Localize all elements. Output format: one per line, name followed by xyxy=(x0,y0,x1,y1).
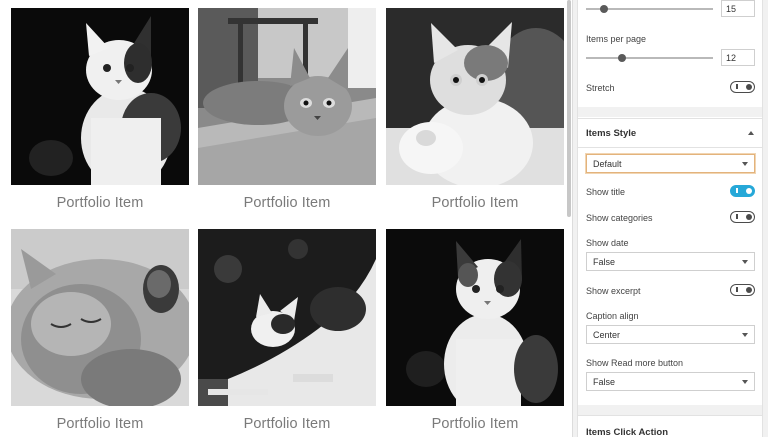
settings-panel-body: 15 Items per page 12 Stretch Items Style… xyxy=(577,0,763,437)
portfolio-item-title[interactable]: Portfolio Item xyxy=(198,415,376,433)
items-style-section-header[interactable]: Items Style xyxy=(578,118,762,148)
portfolio-item[interactable]: Portfolio Item xyxy=(11,229,189,433)
show-categories-label: Show categories xyxy=(586,213,653,223)
items-per-page-input[interactable]: 12 xyxy=(721,49,755,66)
portfolio-item[interactable]: Portfolio Item xyxy=(386,229,564,433)
portfolio-item[interactable]: Portfolio Item xyxy=(198,229,376,433)
portfolio-item[interactable]: Portfolio Item xyxy=(386,8,564,212)
show-date-select[interactable]: False xyxy=(586,252,755,271)
portfolio-item-title[interactable]: Portfolio Item xyxy=(198,194,376,212)
style-select[interactable]: Default xyxy=(586,154,755,173)
portfolio-item[interactable]: Portfolio Item xyxy=(198,8,376,212)
portfolio-preview: Portfolio Item Portfolio Item Portfolio … xyxy=(0,0,572,437)
caption-align-select[interactable]: Center xyxy=(586,325,755,344)
portfolio-item-title[interactable]: Portfolio Item xyxy=(11,415,189,433)
stretch-toggle[interactable] xyxy=(730,81,755,93)
stretch-label: Stretch xyxy=(586,83,615,93)
items-per-page-label: Items per page xyxy=(586,34,647,44)
show-title-toggle[interactable] xyxy=(730,185,755,197)
portfolio-thumbnail[interactable] xyxy=(11,8,189,185)
style-select-value: Default xyxy=(593,159,622,169)
chevron-down-icon xyxy=(742,260,748,264)
show-excerpt-toggle[interactable] xyxy=(730,284,755,296)
preview-scrollbar-thumb[interactable] xyxy=(567,0,571,217)
portfolio-item[interactable]: Portfolio Item xyxy=(11,8,189,212)
portfolio-thumbnail[interactable] xyxy=(386,8,564,185)
section-gap xyxy=(578,107,762,117)
chevron-down-icon xyxy=(742,380,748,384)
caption-align-label: Caption align xyxy=(586,311,639,321)
section-gap xyxy=(578,405,762,415)
top-slider-handle[interactable] xyxy=(600,5,608,13)
items-click-action-title: Items Click Action xyxy=(586,427,669,437)
top-slider-input[interactable]: 15 xyxy=(721,0,755,17)
portfolio-thumbnail[interactable] xyxy=(11,229,189,406)
portfolio-item-title[interactable]: Portfolio Item xyxy=(386,194,564,212)
caption-align-value: Center xyxy=(593,330,621,340)
items-per-page-slider-track[interactable] xyxy=(586,57,713,59)
portfolio-item-title[interactable]: Portfolio Item xyxy=(386,415,564,433)
show-title-label: Show title xyxy=(586,187,626,197)
settings-panel: 15 Items per page 12 Stretch Items Style… xyxy=(572,0,768,437)
portfolio-thumbnail[interactable] xyxy=(198,229,376,406)
portfolio-thumbnail[interactable] xyxy=(198,8,376,185)
show-date-label: Show date xyxy=(586,238,629,248)
chevron-down-icon xyxy=(742,333,748,337)
collapse-arrow-icon[interactable] xyxy=(748,131,754,135)
show-read-more-select[interactable]: False xyxy=(586,372,755,391)
show-excerpt-label: Show excerpt xyxy=(586,286,641,296)
show-date-value: False xyxy=(593,257,616,267)
portfolio-item-title[interactable]: Portfolio Item xyxy=(11,194,189,212)
items-click-action-section-header[interactable]: Items Click Action xyxy=(578,415,762,437)
portfolio-thumbnail[interactable] xyxy=(386,229,564,406)
items-style-title: Items Style xyxy=(586,128,637,139)
show-read-more-label: Show Read more button xyxy=(586,358,684,368)
show-read-more-value: False xyxy=(593,377,616,387)
chevron-down-icon xyxy=(742,162,748,166)
items-per-page-slider-handle[interactable] xyxy=(618,54,626,62)
show-categories-toggle[interactable] xyxy=(730,211,755,223)
